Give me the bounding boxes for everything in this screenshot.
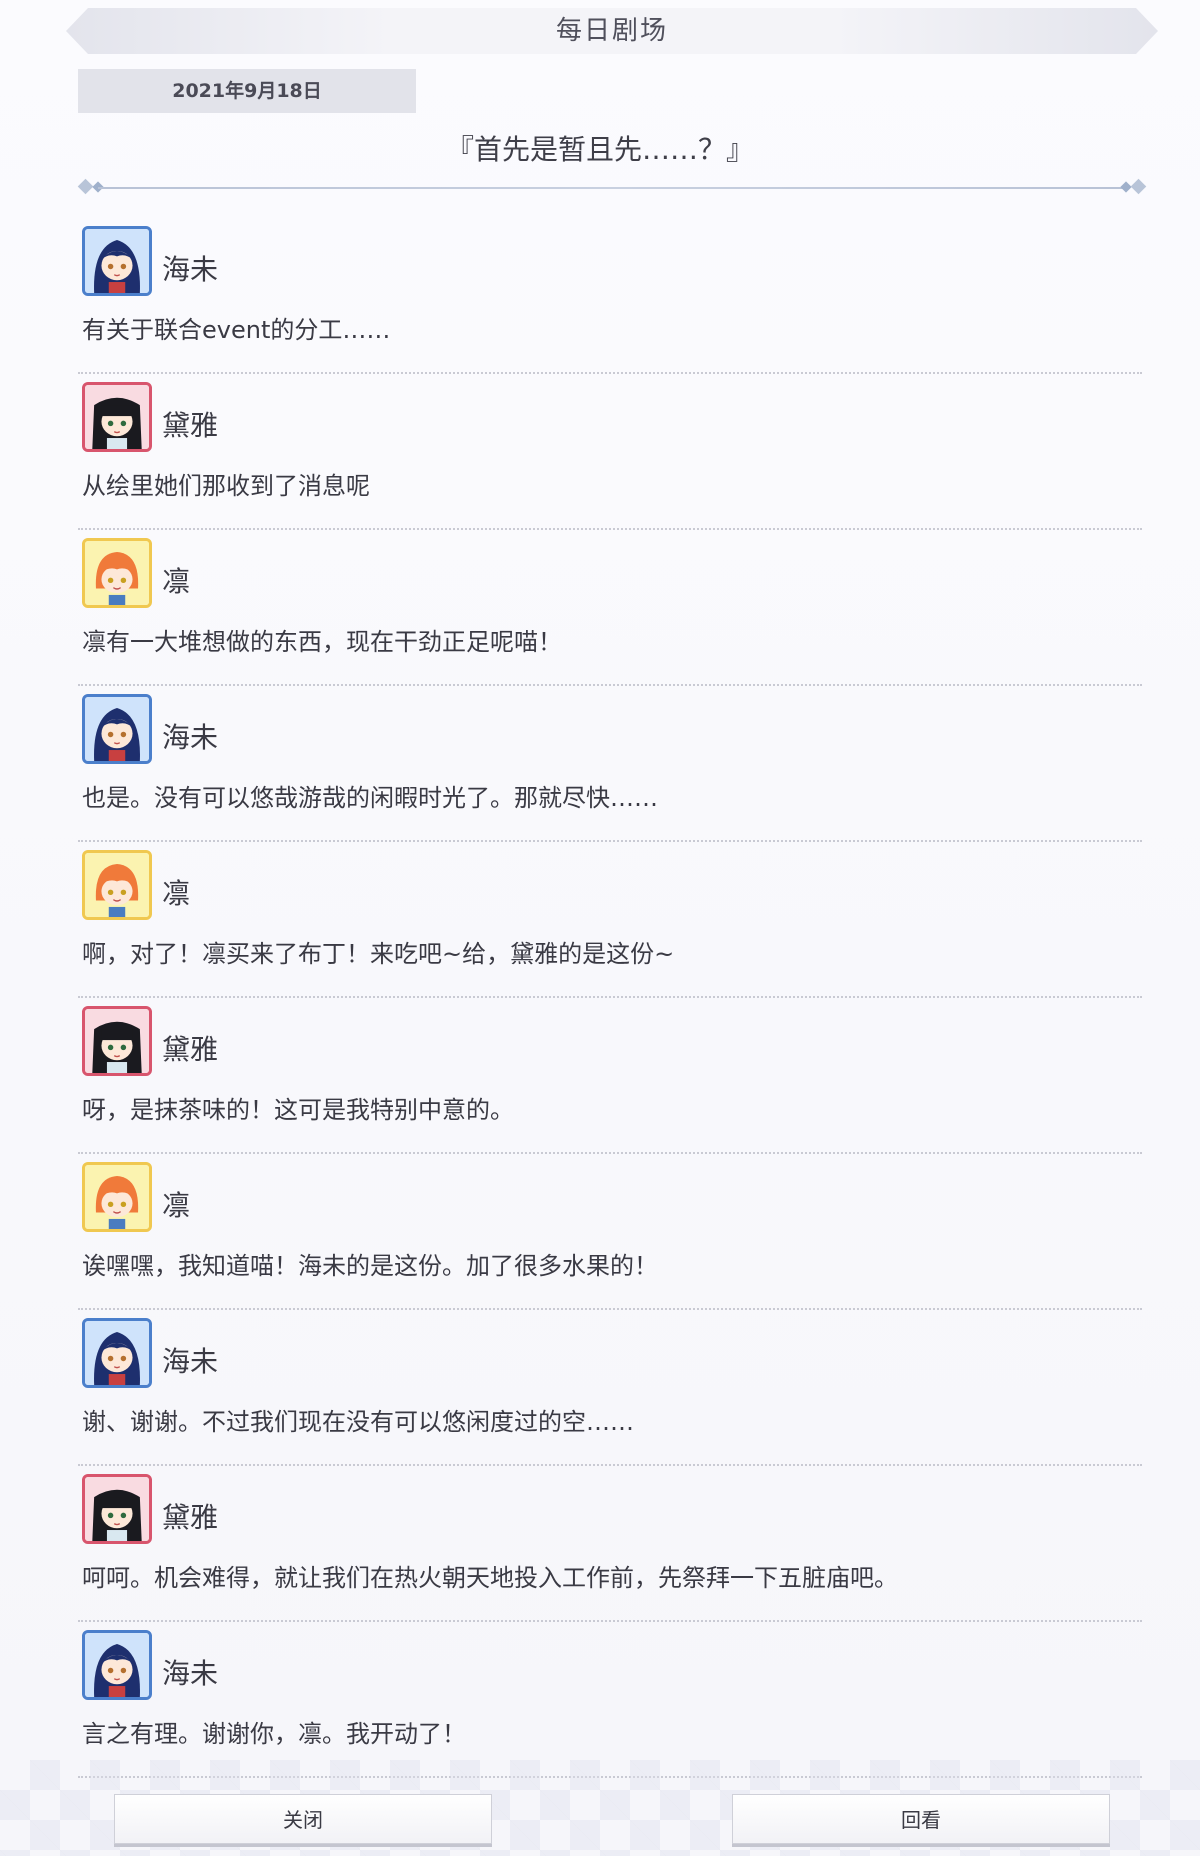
message-item: 海未 也是。没有可以悠哉游哉的闲暇时光了。那就尽快…… (78, 686, 1142, 842)
speaker-name: 海未 (162, 253, 219, 286)
umi-avatar (82, 1630, 152, 1700)
title-divider (77, 178, 1147, 195)
daily-theater-panel: 每日剧场 2021年9月18日 『首先是暂且先……？』 海未 有关于联合even… (0, 0, 1200, 1856)
message-item: 黛雅 呀，是抹茶味的！这可是我特别中意的。 (78, 998, 1142, 1154)
umi-avatar (82, 694, 152, 764)
dia-avatar (82, 1006, 152, 1076)
message-text: 呀，是抹茶味的！这可是我特别中意的。 (82, 1096, 514, 1124)
header-banner: 每日剧场 (66, 8, 1158, 54)
message-item: 海未 谢、谢谢。不过我们现在没有可以悠闲度过的空…… (78, 1310, 1142, 1466)
page-title: 每日剧场 (555, 16, 668, 46)
speaker-name: 黛雅 (162, 1501, 219, 1534)
chibi-rin-icon (85, 853, 149, 917)
message-item: 黛雅 从绘里她们那收到了消息呢 (78, 374, 1142, 530)
chibi-rin-icon (85, 1165, 149, 1229)
close-button[interactable]: 关闭 (114, 1794, 492, 1844)
divider-line (98, 187, 1126, 189)
message-item: 海未 有关于联合event的分工…… (78, 218, 1142, 374)
dia-avatar (82, 1474, 152, 1544)
message-text: 有关于联合event的分工…… (82, 316, 391, 344)
chibi-umi-icon (85, 697, 149, 761)
divider-ornament (1120, 181, 1132, 193)
message-item: 海未 言之有理。谢谢你，凛。我开动了！ (78, 1622, 1142, 1778)
message-item: 凛 啊，对了！凛买来了布丁！来吃吧~给，黛雅的是这份~ (78, 842, 1142, 998)
speaker-name: 海未 (162, 1657, 219, 1690)
chibi-umi-icon (85, 1633, 149, 1697)
rin-avatar (82, 850, 152, 920)
message-text: 呵呵。机会难得，就让我们在热火朝天地投入工作前，先祭拜一下五脏庙吧。 (82, 1564, 898, 1592)
chibi-dia-icon (85, 385, 149, 449)
message-item: 凛 凛有一大堆想做的东西，现在干劲正足呢喵！ (78, 530, 1142, 686)
chibi-dia-icon (85, 1477, 149, 1541)
message-text: 言之有理。谢谢你，凛。我开动了！ (82, 1720, 466, 1748)
speaker-name: 凛 (162, 565, 191, 598)
message-text: 诶嘿嘿，我知道喵！海未的是这份。加了很多水果的！ (82, 1252, 658, 1280)
dia-avatar (82, 382, 152, 452)
speaker-name: 海未 (162, 1345, 219, 1378)
message-text: 从绘里她们那收到了消息呢 (82, 472, 370, 500)
speaker-name: 凛 (162, 877, 191, 910)
umi-avatar (82, 1318, 152, 1388)
rin-avatar (82, 1162, 152, 1232)
replay-button[interactable]: 回看 (732, 1794, 1110, 1844)
speaker-name: 黛雅 (162, 409, 219, 442)
divider-ornament (1130, 178, 1147, 195)
message-item: 黛雅 呵呵。机会难得，就让我们在热火朝天地投入工作前，先祭拜一下五脏庙吧。 (78, 1466, 1142, 1622)
message-text: 谢、谢谢。不过我们现在没有可以悠闲度过的空…… (82, 1408, 634, 1436)
message-list[interactable]: 海未 有关于联合event的分工…… 黛雅 从绘里她们那收到了消息呢 凛 凛有一… (78, 218, 1142, 1778)
message-text: 也是。没有可以悠哉游哉的闲暇时光了。那就尽快…… (82, 784, 658, 812)
message-item: 凛 诶嘿嘿，我知道喵！海未的是这份。加了很多水果的！ (78, 1154, 1142, 1310)
speaker-name: 海未 (162, 721, 219, 754)
chibi-rin-icon (85, 541, 149, 605)
episode-title: 『首先是暂且先……？』 (445, 133, 754, 166)
date-label: 2021年9月18日 (78, 69, 416, 113)
speaker-name: 凛 (162, 1189, 191, 1222)
message-text: 啊，对了！凛买来了布丁！来吃吧~给，黛雅的是这份~ (82, 940, 675, 968)
chibi-umi-icon (85, 229, 149, 293)
rin-avatar (82, 538, 152, 608)
message-text: 凛有一大堆想做的东西，现在干劲正足呢喵！ (82, 628, 562, 656)
speaker-name: 黛雅 (162, 1033, 219, 1066)
chibi-umi-icon (85, 1321, 149, 1385)
chibi-dia-icon (85, 1009, 149, 1073)
umi-avatar (82, 226, 152, 296)
